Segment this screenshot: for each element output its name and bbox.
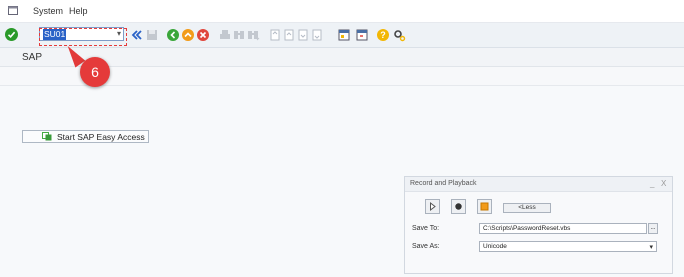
save-as-value: Unicode [483,243,507,250]
save-to-field[interactable]: C:\Scripts\PasswordReset.vbs [479,223,647,234]
save-as-select[interactable]: Unicode ▾ [479,241,657,252]
dialog-title: Record and Playback [410,180,477,187]
play-button[interactable] [425,199,440,214]
double-left-chevron-icon[interactable] [130,28,144,42]
back-icon[interactable] [166,28,180,42]
record-icon [455,203,462,210]
save-to-label: Save To: [412,225,440,232]
dialog-header: Record and Playback _ X [405,177,672,192]
callout-number: 6 [91,64,99,80]
record-playback-dialog: Record and Playback _ X <Less Save To: C… [404,176,673,274]
first-page-icon[interactable] [268,28,282,42]
enter-check-icon[interactable] [5,28,18,41]
command-field-highlight [39,28,127,46]
exit-icon[interactable] [181,28,195,42]
next-page-icon[interactable] [296,28,310,42]
new-session-icon[interactable] [337,28,351,42]
menu-bar: System Help [0,0,684,23]
find-next-icon[interactable] [246,28,260,42]
previous-page-icon[interactable] [282,28,296,42]
easy-access-label: Start SAP Easy Access [57,132,145,142]
record-button[interactable] [451,199,466,214]
less-button[interactable]: <Less [503,203,551,213]
close-icon[interactable]: X [661,179,666,188]
last-page-icon[interactable] [310,28,324,42]
menu-item-help[interactable]: Help [69,6,88,16]
menu-app-icon[interactable] [8,6,18,15]
chevron-down-icon: ▾ [649,244,653,251]
page-title: SAP [22,52,43,63]
browse-button[interactable]: ... [648,223,658,234]
save-icon[interactable] [145,28,159,42]
create-shortcut-icon[interactable] [355,28,369,42]
stop-icon [480,202,489,211]
easy-access-icon [42,132,52,141]
gear-icon[interactable] [392,28,406,42]
play-icon [430,201,436,212]
help-icon[interactable]: ? [376,28,390,42]
svg-text:?: ? [380,30,386,40]
print-icon[interactable] [218,28,232,42]
stop-button[interactable] [477,199,492,214]
menu-item-system[interactable]: System [33,6,63,16]
minimize-icon[interactable]: _ [650,179,654,188]
step-callout-badge: 6 [80,57,110,87]
cancel-icon[interactable] [196,28,210,42]
save-as-label: Save As: [412,243,440,250]
start-sap-easy-access-button[interactable]: Start SAP Easy Access [22,130,149,143]
find-icon[interactable] [232,28,246,42]
